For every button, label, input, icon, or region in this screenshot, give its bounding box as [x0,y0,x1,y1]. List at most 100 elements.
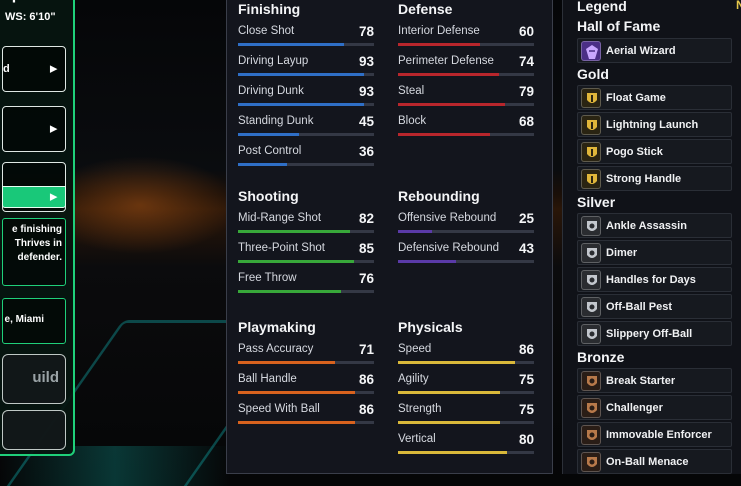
chevron-right-icon: ▶ [50,191,57,202]
stat-value: 36 [358,144,374,159]
template-option-2[interactable]: ▶ [2,106,66,152]
build-button-label: uild [32,369,59,386]
stat-value: 86 [358,402,374,417]
stat-row-pass-accuracy[interactable]: Pass Accuracy 71 [238,342,376,369]
silver-badge-icon [581,297,601,317]
stat-bar-fill [238,260,354,263]
finishing-title: Finishing [238,1,301,17]
stat-name: Strength [398,403,442,415]
physicals-title: Physicals [398,319,463,335]
stat-row-free-throw[interactable]: Free Throw 76 [238,271,376,298]
stat-bar-track [238,73,374,76]
stat-row-mid-range-shot[interactable]: Mid-Range Shot 82 [238,211,376,238]
stat-bar-track [398,421,534,424]
stat-bar-track [238,391,374,394]
stat-name: Ball Handle [238,373,297,385]
silver-badge-icon [581,270,601,290]
badge-float-game[interactable]: Float Game [577,85,732,110]
stat-bar-fill [238,73,364,76]
stat-name: Close Shot [238,25,295,37]
badge-break-starter[interactable]: Break Starter [577,368,732,393]
stat-row-driving-layup[interactable]: Driving Layup 93 [238,54,376,81]
stat-row-steal[interactable]: Steal 79 [398,84,536,111]
badge-slippery-off-ball[interactable]: Slippery Off-Ball [577,321,732,346]
badge-legend-panel: Legend Hall of Fame Gold Silver Bronze A… [562,0,741,474]
legend-extra-label: N [736,0,741,12]
stat-row-speed-with-ball[interactable]: Speed With Ball 86 [238,402,376,429]
stat-row-speed[interactable]: Speed 86 [398,342,536,369]
stat-row-interior-defense[interactable]: Interior Defense 60 [398,24,536,51]
stat-name: Post Control [238,145,302,157]
attributes-panel: Finishing Defense Shooting Rebounding Pl… [226,0,553,474]
stat-name: Interior Defense [398,25,480,37]
stat-row-offensive-rebound[interactable]: Offensive Rebound 25 [398,211,536,238]
stat-bar-track [238,230,374,233]
template-option-3[interactable]: ▶ [2,162,66,212]
badge-label: Challenger [606,402,663,414]
stat-name: Steal [398,85,425,97]
stat-bar-track [398,361,534,364]
hof-badge-icon [581,41,601,61]
badge-on-ball-menace[interactable]: On-Ball Menace [577,449,732,474]
stat-name: Perimeter Defense [398,55,494,67]
badge-immovable-enforcer[interactable]: Immovable Enforcer [577,422,732,447]
badge-dimer[interactable]: Dimer [577,240,732,265]
template-option-1[interactable]: d ▶ [2,46,66,92]
stat-row-vertical[interactable]: Vertical 80 [398,432,536,459]
badge-lightning-launch[interactable]: Lightning Launch [577,112,732,137]
badge-ankle-assassin[interactable]: Ankle Assassin [577,213,732,238]
stat-bar-track [238,43,374,46]
template-option-1-value: d [3,63,10,75]
stat-value: 82 [358,211,374,226]
stat-row-close-shot[interactable]: Close Shot 78 [238,24,376,51]
stat-bar-track [398,260,534,263]
badge-label: Lightning Launch [606,119,699,131]
stat-row-three-point-shot[interactable]: Three-Point Shot 85 [238,241,376,268]
stat-bar-track [238,103,374,106]
stat-bar-fill [398,451,507,454]
template-description: e finishing Thrives in defender. [2,218,66,286]
badge-label: Handles for Days [606,274,696,286]
stat-bar-fill [238,43,344,46]
stat-row-block[interactable]: Block 68 [398,114,536,141]
badge-label: Immovable Enforcer [606,429,712,441]
chevron-right-icon: ▶ [50,123,57,134]
stat-value: 60 [518,24,534,39]
stat-row-ball-handle[interactable]: Ball Handle 86 [238,372,376,399]
silver-title: Silver [577,194,616,210]
stat-value: 76 [358,271,374,286]
stat-row-defensive-rebound[interactable]: Defensive Rebound 43 [398,241,536,268]
stat-row-post-control[interactable]: Post Control 36 [238,144,376,171]
badge-off-ball-pest[interactable]: Off-Ball Pest [577,294,732,319]
badge-strong-handle[interactable]: Strong Handle [577,166,732,191]
stat-name: Standing Dunk [238,115,314,127]
stat-row-standing-dunk[interactable]: Standing Dunk 45 [238,114,376,141]
stat-row-perimeter-defense[interactable]: Perimeter Defense 74 [398,54,536,81]
build-button[interactable]: uild [2,354,66,404]
bronze-badge-icon [581,452,601,472]
secondary-button[interactable] [2,410,66,450]
defense-title: Defense [398,1,453,17]
gold-badge-icon [581,88,601,108]
stat-row-strength[interactable]: Strength 75 [398,402,536,429]
playmaking-title: Playmaking [238,319,316,335]
stat-bar-fill [238,133,299,136]
shooting-title: Shooting [238,188,299,204]
badge-handles-for-days[interactable]: Handles for Days [577,267,732,292]
template-option-3-selected[interactable]: ▶ [2,186,66,208]
bronze-badge-icon [581,425,601,445]
stat-name: Speed With Ball [238,403,320,415]
stat-row-agility[interactable]: Agility 75 [398,372,536,399]
badge-pogo-stick[interactable]: Pogo Stick [577,139,732,164]
stat-row-driving-dunk[interactable]: Driving Dunk 93 [238,84,376,111]
location-text: e, Miami [4,314,44,325]
stat-bar-track [398,73,534,76]
badge-challenger[interactable]: Challenger [577,395,732,420]
badge-aerial-wizard[interactable]: Aerial Wizard [577,38,732,63]
stat-bar-fill [238,361,335,364]
wingspan-value: 6'10" [29,11,56,23]
stat-bar-track [238,290,374,293]
stat-bar-fill [398,73,499,76]
stat-value: 71 [358,342,374,357]
stat-value: 93 [358,84,374,99]
